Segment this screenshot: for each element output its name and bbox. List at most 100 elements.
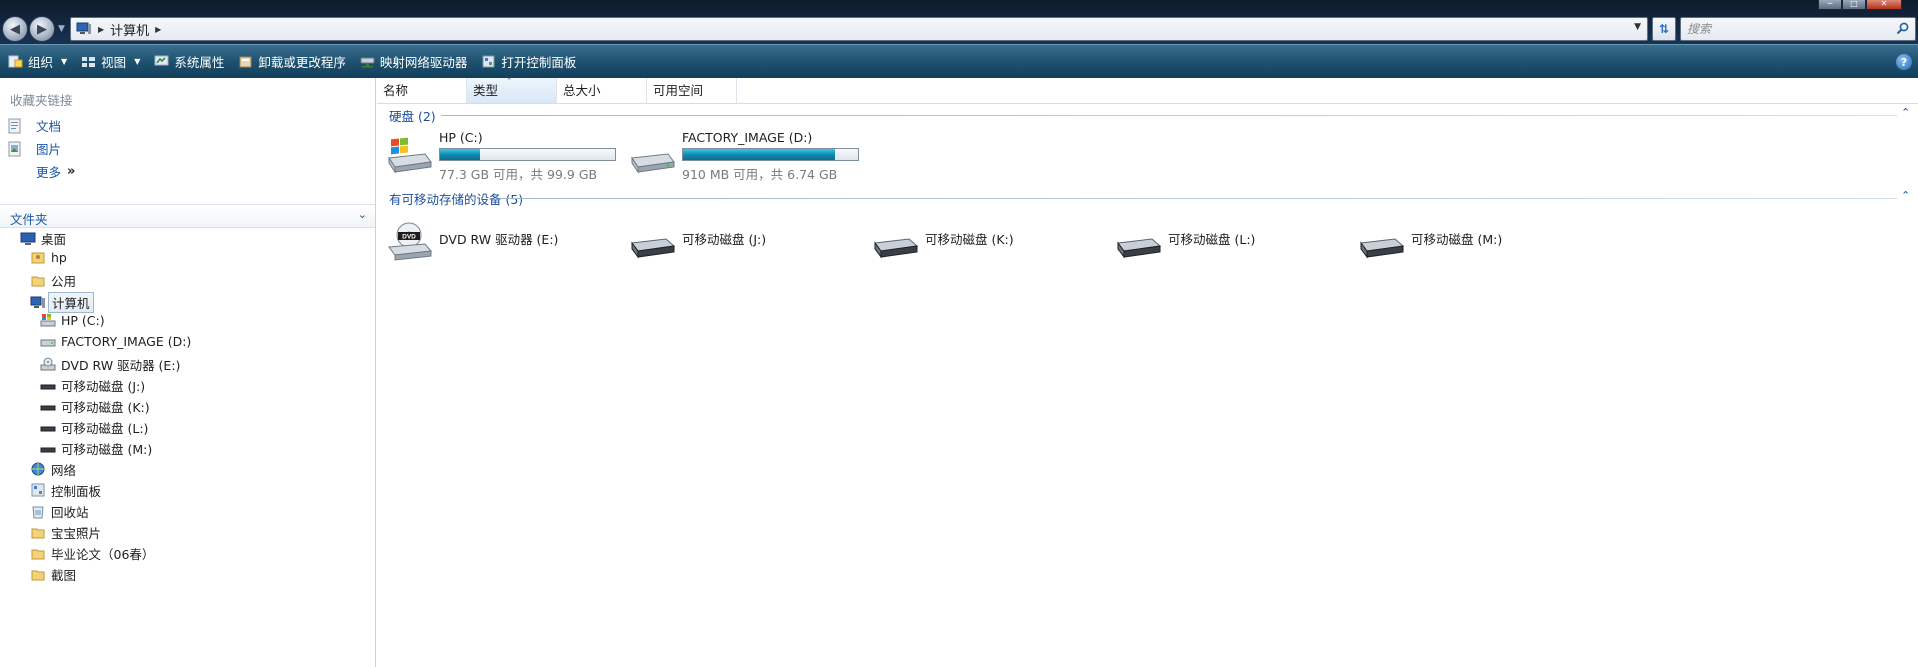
drive-free-space: 910 MB 可用，共 6.74 GB [682,167,838,182]
system-properties-button[interactable]: 系统属性 [154,52,224,71]
refresh-icon: ⇅ [1658,22,1670,36]
chevron-down-icon[interactable]: ⌄ [358,208,367,221]
tree-item-drive-m[interactable]: 可移动磁盘 (M:) [40,439,152,458]
group-divider [501,198,1897,199]
drive-item-d[interactable]: FACTORY_IMAGE (D:) 910 MB 可用，共 6.74 GB [628,130,868,186]
drive-usage-bar [439,148,616,161]
breadcrumb-chevron-icon[interactable]: ▶ [155,25,161,34]
tree-label: 公用 [51,274,77,289]
tree-item-desktop[interactable]: 桌面 [20,229,66,248]
favorite-links-header: 收藏夹链接 [10,93,73,108]
window-controls: ─ □ ✕ [1818,0,1902,10]
drive-usage-fill [440,149,480,160]
tree-item-drive-e[interactable]: DVD RW 驱动器 (E:) [40,355,180,374]
tree-item-network[interactable]: 网络 [30,460,76,479]
chevron-up-icon[interactable]: ⌃ [1901,189,1910,202]
column-header-name[interactable]: 名称 [377,78,467,103]
minimize-button[interactable]: ─ [1818,0,1842,10]
favorite-pictures[interactable]: 图片 [8,139,61,158]
computer-icon [30,296,45,308]
group-header-hard-disks[interactable]: 硬盘 (2) [389,106,436,124]
column-headers: 名称 ˆ 类型 总大小 可用空间 [377,78,1918,104]
tree-item-screenshots[interactable]: 截图 [30,565,76,584]
recent-pages-dropdown-icon[interactable]: ▼ [58,24,65,34]
organize-icon [8,55,23,68]
tree-item-drive-j[interactable]: 可移动磁盘 (J:) [40,376,145,395]
network-drive-icon [360,57,375,68]
system-properties-label: 系统属性 [174,55,225,70]
tree-label: 截图 [51,568,77,583]
maximize-button[interactable]: □ [1842,0,1866,10]
navigation-pane: 收藏夹链接 文档 图片 更多 » 文件夹 ⌄ 桌面 hp 公用 计算机 HP (… [0,78,376,667]
chevron-up-icon[interactable]: ⌃ [1901,106,1910,119]
tree-label: 可移动磁盘 (M:) [61,442,153,457]
forward-arrow-icon: ▶ [37,21,47,37]
map-network-drive-button[interactable]: 映射网络驱动器 [360,52,467,71]
removable-drive-icon [874,238,919,259]
tree-item-drive-d[interactable]: FACTORY_IMAGE (D:) [40,334,191,349]
minimize-icon: ─ [1827,0,1833,8]
folder-icon [31,528,45,539]
help-icon[interactable]: ? [1896,54,1912,70]
refresh-button[interactable]: ⇅ [1652,17,1676,41]
removable-drive-icon [1117,238,1162,259]
favorite-documents[interactable]: 文档 [8,116,61,135]
address-field[interactable]: ▶ 计算机 ▶ ▼ [70,17,1648,41]
drive-item-c[interactable]: HP (C:) 77.3 GB 可用，共 99.9 GB [385,130,625,186]
tree-item-thesis[interactable]: 毕业论文（06春） [30,544,154,563]
recycle-bin-icon [32,506,44,519]
column-header-total-size[interactable]: 总大小 [557,78,647,103]
tree-label: 计算机 [48,292,94,313]
uninstall-program-button[interactable]: 卸载或更改程序 [238,52,346,71]
address-dropdown-icon[interactable]: ▼ [1634,22,1641,32]
organize-button[interactable]: 组织 ▼ [8,52,67,71]
tree-item-computer[interactable]: 计算机 [30,292,94,313]
tree-item-drive-c[interactable]: HP (C:) [40,313,105,328]
drive-name: FACTORY_IMAGE (D:) [682,130,813,145]
control-panel-icon [482,55,495,68]
breadcrumb-computer[interactable]: 计算机 [110,20,149,39]
views-button[interactable]: 视图 ▼ [81,52,140,71]
tree-item-drive-k[interactable]: 可移动磁盘 (K:) [40,397,150,416]
forward-button[interactable]: ▶ [29,16,55,42]
drive-usage-bar [682,148,859,161]
tree-item-drive-l[interactable]: 可移动磁盘 (L:) [40,418,148,437]
tree-label: 可移动磁盘 (L:) [61,421,149,436]
tree-item-hp[interactable]: hp [30,250,67,265]
drive-item-e[interactable]: DVD DVD RW 驱动器 (E:) [385,215,625,263]
tree-item-baby-photos[interactable]: 宝宝照片 [30,523,101,542]
drive-name: DVD RW 驱动器 (E:) [439,232,559,247]
more-favorites-link[interactable]: 更多 » [36,162,75,181]
folders-header[interactable]: 文件夹 ⌄ [0,204,375,228]
tree-label: 桌面 [41,232,67,247]
open-control-panel-button[interactable]: 打开控制面板 [481,52,576,71]
search-placeholder: 搜索 [1687,22,1712,36]
tree-label: 回收站 [51,505,89,520]
drive-item-k[interactable]: 可移动磁盘 (K:) [871,215,1111,263]
tree-item-public[interactable]: 公用 [30,271,76,290]
drive-item-l[interactable]: 可移动磁盘 (L:) [1114,215,1354,263]
search-input[interactable]: 搜索 [1680,17,1916,41]
removable-drive-icon [1360,238,1405,259]
column-label: 名称 [383,83,409,98]
tree-item-recycle-bin[interactable]: 回收站 [30,502,89,521]
drive-item-j[interactable]: 可移动磁盘 (J:) [628,215,868,263]
drive-item-m[interactable]: 可移动磁盘 (M:) [1357,215,1597,263]
close-icon: ✕ [1880,0,1888,8]
search-icon[interactable] [1896,22,1909,35]
column-header-type[interactable]: ˆ 类型 [467,78,557,103]
network-icon [31,462,45,476]
back-button[interactable]: ◀ [2,16,28,42]
breadcrumb-chevron-icon[interactable]: ▶ [98,25,104,34]
programs-icon [239,56,252,68]
svg-text:DVD: DVD [402,234,416,241]
tree-label: HP (C:) [61,313,105,328]
content-pane: 名称 ˆ 类型 总大小 可用空间 硬盘 (2) ⌃ HP (C:) 77.3 G… [377,78,1918,667]
column-header-free-space[interactable]: 可用空间 [647,78,737,103]
system-properties-icon [154,55,169,66]
open-control-panel-label: 打开控制面板 [501,55,577,70]
close-button[interactable]: ✕ [1866,0,1902,10]
folders-label: 文件夹 [10,212,48,227]
tree-label: FACTORY_IMAGE (D:) [61,334,192,349]
tree-item-control-panel[interactable]: 控制面板 [30,481,101,500]
